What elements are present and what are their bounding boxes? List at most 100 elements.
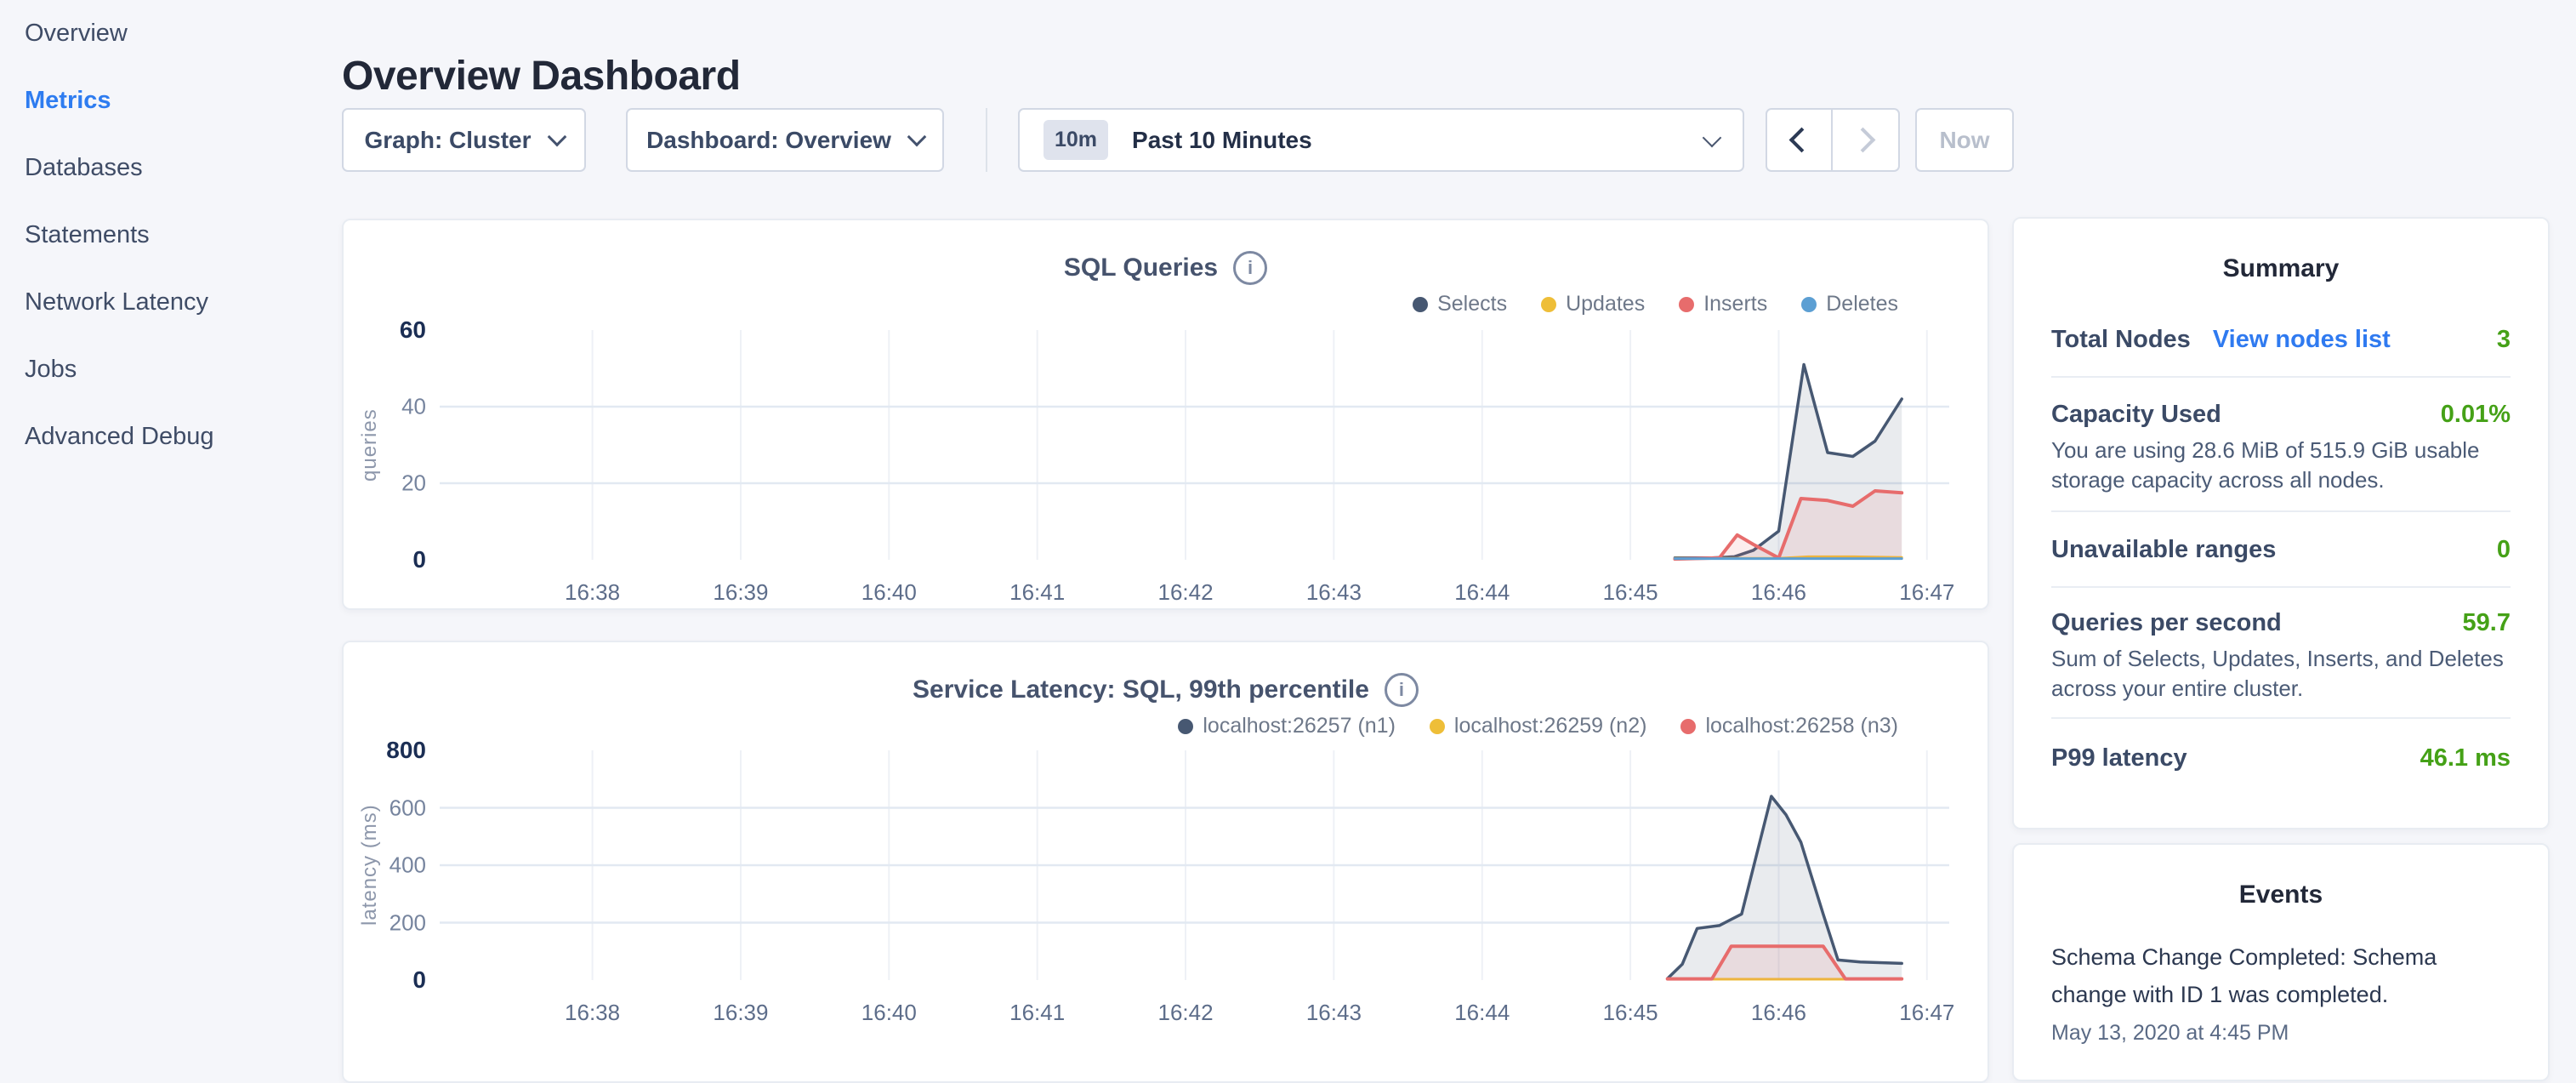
x-tick-label: 16:40 [862,1000,917,1026]
x-tick-label: 16:44 [1454,579,1510,606]
chart-plot-area: latency (ms) 0200400600800 16:3816:3916:… [344,750,1987,980]
x-tick-label: 16:47 [1899,1000,1954,1026]
dashboard-dropdown-label: Dashboard: Overview [646,127,891,154]
sql-queries-chart-card: SQL Queries i Selects Updates Inserts Delet… [342,219,1989,610]
graph-scope-dropdown-label: Graph: Cluster [364,127,531,154]
x-tick-label: 16:39 [713,579,768,606]
summary-value: 0.01% [2441,401,2511,429]
legend-dot-icon [1178,719,1193,734]
chart-title: SQL Queries [1064,254,1218,282]
dashboard-dropdown[interactable]: Dashboard: Overview [626,108,944,172]
service-latency-chart-card: Service Latency: SQL, 99th percentile i … [342,641,1989,1083]
chart-legend: Selects Updates Inserts Deletes [1413,292,1898,316]
chart-plot-area: queries 0204060 16:3816:3916:4016:4116:4… [344,330,1987,560]
y-tick-label: 200 [390,909,426,936]
controls-bar: Graph: Cluster Dashboard: Overview 10m P… [342,108,2014,172]
x-tick-label: 16:41 [1009,1000,1065,1026]
summary-value: 3 [2497,326,2511,354]
x-tick-label: 16:43 [1306,1000,1362,1026]
x-tick-label: 16:42 [1157,579,1213,606]
x-axis-ticks: 16:3816:3916:4016:4116:4216:4316:4416:45… [440,579,1949,608]
legend-item[interactable]: localhost:26259 (n2) [1430,714,1647,738]
sidebar-item-overview[interactable]: Overview [0,0,342,67]
x-tick-label: 16:46 [1751,1000,1806,1026]
summary-row-capacity-used: Capacity Used 0.01% You are using 28.6 M… [2051,378,2511,512]
summary-label: Queries per second [2051,609,2282,637]
summary-description: You are using 28.6 MiB of 515.9 GiB usab… [2051,436,2511,495]
summary-row-unavailable-ranges: Unavailable ranges 0 [2051,512,2511,588]
summary-label: Capacity Used [2051,401,2221,429]
sidebar-item-jobs[interactable]: Jobs [0,336,342,403]
legend-label: localhost:26258 (n3) [1705,714,1898,738]
info-icon[interactable]: i [1385,673,1419,707]
summary-row-queries-per-second: Queries per second 59.7 Sum of Selects, … [2051,588,2511,719]
sidebar: Overview Metrics Databases Statements Ne… [0,0,342,470]
y-axis-ticks: 0200400600800 [344,750,426,980]
now-button[interactable]: Now [1915,108,2014,172]
summary-title: Summary [2014,219,2548,283]
time-window-selector[interactable]: 10m Past 10 Minutes [1018,108,1744,172]
x-axis-ticks: 16:3816:3916:4016:4116:4216:4316:4416:45… [440,1000,1949,1029]
view-nodes-list-link[interactable]: View nodes list [2213,326,2391,354]
legend-dot-icon [1679,297,1694,312]
x-tick-label: 16:38 [565,579,620,606]
sidebar-item-databases[interactable]: Databases [0,134,342,202]
chart-title-row: Service Latency: SQL, 99th percentile i [344,673,1987,707]
legend-item[interactable]: localhost:26257 (n1) [1178,714,1396,738]
legend-item[interactable]: Deletes [1801,292,1898,316]
chevron-left-icon [1789,128,1815,153]
legend-dot-icon [1430,719,1445,734]
chevron-down-icon [907,127,927,146]
chevron-down-icon [547,127,566,146]
sidebar-item-metrics[interactable]: Metrics [0,67,342,134]
summary-label: Total Nodes [2051,326,2191,354]
legend-label: Updates [1566,292,1645,316]
chevron-right-icon [1851,128,1876,153]
x-tick-label: 16:47 [1899,579,1954,606]
y-tick-label: 20 [401,470,426,497]
event-message: Schema Change Completed: Schema change w… [2051,938,2511,1013]
events-panel: Events Schema Change Completed: Schema c… [2012,843,2550,1081]
summary-label: P99 latency [2051,744,2187,772]
y-tick-label: 400 [390,852,426,879]
x-tick-label: 16:45 [1603,579,1658,606]
summary-value: 0 [2497,536,2511,564]
time-step-back-button[interactable] [1766,108,1833,172]
legend-label: localhost:26257 (n1) [1203,714,1396,738]
y-tick-label: 600 [390,795,426,821]
y-tick-label: 0 [412,546,426,573]
event-timestamp: May 13, 2020 at 4:45 PM [2051,1021,2511,1046]
time-step-buttons [1766,108,1900,172]
sidebar-item-advanced-debug[interactable]: Advanced Debug [0,403,342,470]
summary-description: Sum of Selects, Updates, Inserts, and De… [2051,644,2511,704]
legend-dot-icon [1541,297,1556,312]
info-icon[interactable]: i [1233,251,1267,285]
event-list-item: Schema Change Completed: Schema change w… [2014,938,2548,1046]
sidebar-item-network-latency[interactable]: Network Latency [0,269,342,336]
legend-dot-icon [1413,297,1428,312]
chart-legend: localhost:26257 (n1) localhost:26259 (n2)… [1178,714,1898,738]
time-step-forward-button[interactable] [1833,108,1900,172]
summary-value: 59.7 [2463,609,2511,637]
x-tick-label: 16:44 [1454,1000,1510,1026]
x-tick-label: 16:45 [1603,1000,1658,1026]
graph-scope-dropdown[interactable]: Graph: Cluster [342,108,586,172]
chart-title-row: SQL Queries i [344,251,1987,285]
x-tick-label: 16:42 [1157,1000,1213,1026]
legend-label: Deletes [1826,292,1898,316]
summary-label: Unavailable ranges [2051,536,2276,564]
controls-divider [986,108,987,172]
legend-label: localhost:26259 (n2) [1454,714,1647,738]
events-title: Events [2014,845,2548,909]
legend-item[interactable]: Inserts [1679,292,1767,316]
legend-label: Selects [1437,292,1507,316]
legend-item[interactable]: Updates [1541,292,1645,316]
summary-row-p99-latency: P99 latency 46.1 ms [2051,719,2511,798]
chevron-down-icon [1703,128,1722,147]
y-tick-label: 40 [401,394,426,420]
summary-panel: Summary Total Nodes View nodes list 3 Ca… [2012,217,2550,829]
legend-item[interactable]: Selects [1413,292,1507,316]
legend-item[interactable]: localhost:26258 (n3) [1680,714,1898,738]
metrics-page: Overview Metrics Databases Statements Ne… [0,0,2576,1052]
sidebar-item-statements[interactable]: Statements [0,202,342,269]
